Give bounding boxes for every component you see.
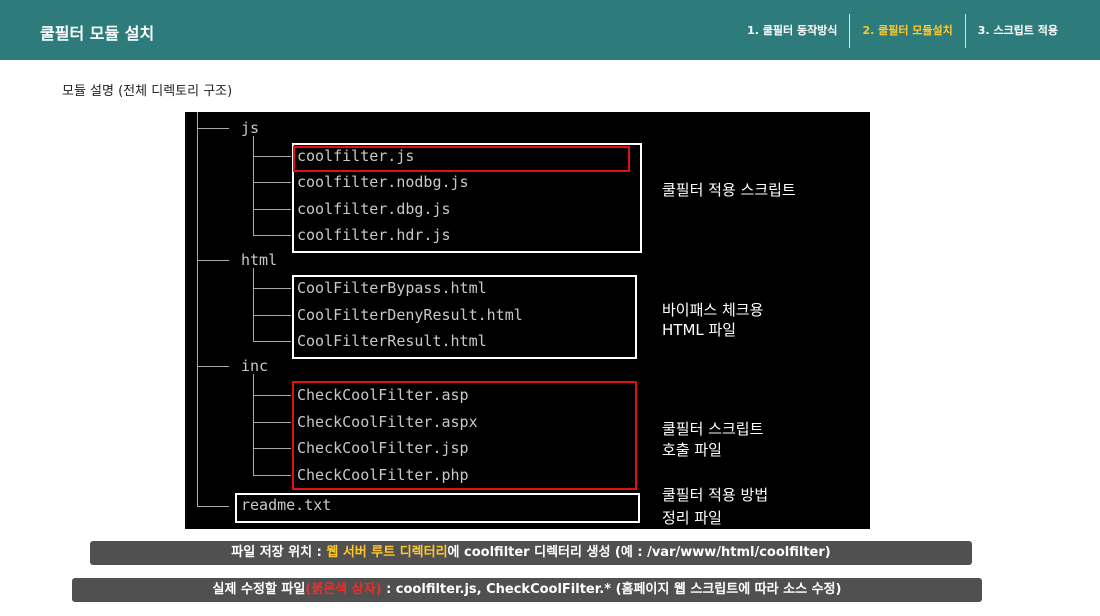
tree-branch-line [253, 268, 254, 342]
dir-inc: inc [241, 357, 269, 375]
tree-connector [253, 475, 291, 476]
tree-connector [197, 128, 229, 129]
html-files-box [292, 275, 637, 359]
tree-connector [253, 422, 291, 423]
tree-connector [253, 341, 291, 342]
tree-branch-line [253, 374, 254, 476]
tree-root-line [197, 112, 198, 507]
step-tab-3[interactable]: 3. 스크립트 적용 [966, 14, 1070, 48]
readme-description-line1: 쿨필터 적용 방법 [662, 486, 769, 504]
banner-1-suffix: 에 coolfilter 디렉터리 생성 (예 : /var/www/html/… [447, 545, 831, 560]
tree-connector [197, 260, 229, 261]
banner-2-prefix: 실제 수정할 파일 [212, 582, 306, 597]
banner-1-highlight: 웹 서버 루트 디렉터리 [326, 545, 448, 560]
tree-connector [197, 366, 229, 367]
tree-connector [253, 235, 291, 236]
html-description-line2: HTML 파일 [662, 321, 737, 339]
html-description-line1: 바이패스 체크용 [662, 301, 764, 319]
step-tab-2[interactable]: 2. 쿨필터 모듈설치 [850, 14, 964, 48]
inc-files-red-box [292, 381, 637, 490]
js-description: 쿨필터 적용 스크립트 [662, 181, 796, 199]
tree-branch-line [253, 136, 254, 236]
inc-description-line2: 호출 파일 [662, 441, 722, 459]
tree-connector [253, 156, 291, 157]
page-title: 쿨필터 모듈 설치 [40, 24, 155, 43]
banner-2-suffix: : coolfilter.js, CheckCoolFilter.* (홈페이지… [381, 582, 842, 597]
inc-description-line1: 쿨필터 스크립트 [662, 420, 764, 438]
step-nav: 1. 쿨필터 동작방식 2. 쿨필터 모듈설치 3. 스크립트 적용 [735, 14, 1070, 48]
dir-html: html [241, 251, 278, 269]
tree-connector [197, 506, 229, 507]
tree-connector [253, 182, 291, 183]
tree-connector [253, 288, 291, 289]
banner-1-prefix: 파일 저장 위치 : [231, 545, 327, 560]
coolfilter-js-red-box [293, 146, 630, 172]
directory-tree-screenshot: js html inc coolfilter.js coolfilter.nod… [185, 112, 870, 529]
tree-connector [253, 395, 291, 396]
readme-box [235, 493, 640, 523]
page-header: 쿨필터 모듈 설치 1. 쿨필터 동작방식 2. 쿨필터 모듈설치 3. 스크립… [0, 0, 1100, 60]
tree-connector [253, 315, 291, 316]
dir-js: js [241, 119, 260, 137]
tree-connector [253, 448, 291, 449]
section-subtitle: 모듈 설명 (전체 디렉토리 구조) [62, 84, 233, 99]
storage-location-banner: 파일 저장 위치 : 웹 서버 루트 디렉터리에 coolfilter 디렉터리… [90, 541, 972, 565]
readme-description-line2: 정리 파일 [662, 509, 722, 527]
step-tab-1[interactable]: 1. 쿨필터 동작방식 [735, 14, 849, 48]
banner-2-highlight: (붉은색 상자) [305, 582, 382, 597]
tree-connector [253, 209, 291, 210]
files-to-modify-banner: 실제 수정할 파일(붉은색 상자) : coolfilter.js, Check… [72, 578, 982, 602]
